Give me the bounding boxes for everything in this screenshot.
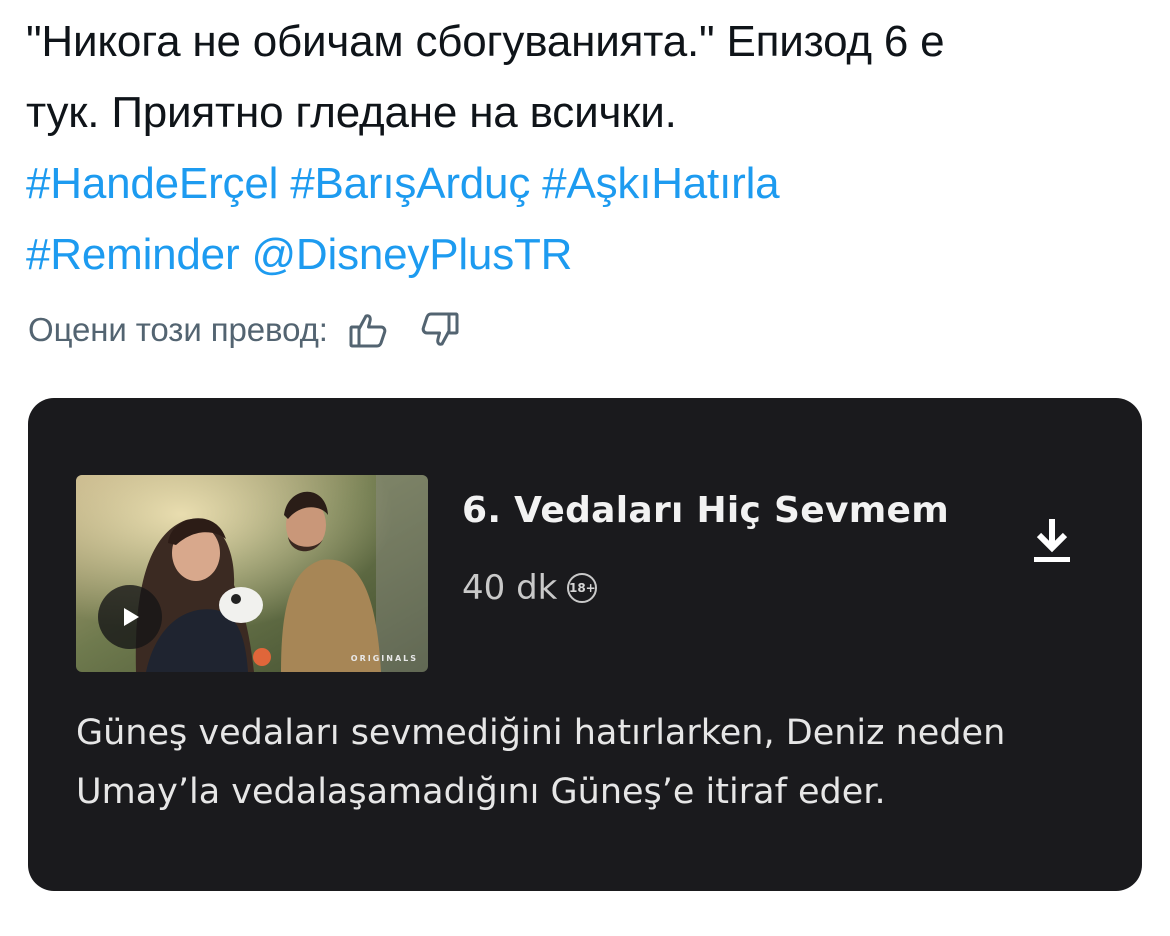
download-button[interactable] bbox=[1028, 515, 1076, 565]
episode-duration: 40 dk bbox=[462, 568, 558, 608]
episode-card[interactable]: ORIGINALS 6. Vedaları Hiç Sevmem 40 dk 1… bbox=[28, 398, 1142, 891]
hashtag-link[interactable]: #HandeErçel bbox=[26, 159, 278, 208]
hashtag-link[interactable]: #Reminder bbox=[26, 230, 240, 279]
tweet: "Никога не обичам сбогуванията." Епизод … bbox=[26, 6, 1146, 290]
tweet-text: "Никога не обичам сбогуванията." Епизод … bbox=[26, 6, 1146, 290]
tweet-text-line: #HandeErçel #BarışArduç #AşkıHatırla bbox=[26, 148, 1146, 219]
thumbs-down-button[interactable] bbox=[418, 308, 462, 352]
tweet-text-line: #Reminder @DisneyPlusTR bbox=[26, 219, 1146, 290]
mention-link[interactable]: @DisneyPlusTR bbox=[251, 230, 572, 279]
episode-thumbnail[interactable]: ORIGINALS bbox=[76, 475, 428, 672]
download-icon bbox=[1034, 519, 1070, 562]
play-icon bbox=[124, 608, 139, 626]
tweet-text-segment bbox=[239, 230, 251, 279]
hashtag-link[interactable]: #AşkıHatırla bbox=[542, 159, 779, 208]
episode-description-line: Umay’la vedalaşamadığını Güneş’e itiraf … bbox=[76, 772, 886, 812]
thumbs-down-icon bbox=[421, 312, 459, 346]
age-rating-badge: 18+ bbox=[567, 573, 598, 603]
rate-translation-row: Оцени този превод: bbox=[28, 306, 462, 354]
tweet-text-segment: тук. Приятно гледане на всички. bbox=[26, 88, 677, 137]
tweet-text-segment bbox=[278, 159, 290, 208]
tweet-text-line: "Никога не обичам сбогуванията." Епизод … bbox=[26, 6, 1146, 77]
thumbs-up-icon bbox=[349, 314, 387, 348]
episode-description-line: Güneş vedaları sevmediğini hatırlarken, … bbox=[76, 713, 1006, 753]
play-button[interactable] bbox=[98, 585, 162, 649]
episode-title: 6. Vedaları Hiç Sevmem bbox=[462, 490, 950, 531]
tweet-text-segment bbox=[530, 159, 542, 208]
episode-description: Güneş vedaları sevmediğini hatırlarken, … bbox=[76, 704, 1106, 822]
episode-meta: 40 dk 18+ bbox=[462, 568, 598, 608]
hashtag-link[interactable]: #BarışArduç bbox=[290, 159, 530, 208]
tweet-text-segment: "Никога не обичам сбогуванията." Епизод … bbox=[26, 17, 945, 66]
originals-badge: ORIGINALS bbox=[350, 654, 418, 663]
thumbs-up-button[interactable] bbox=[346, 308, 390, 352]
tweet-text-line: тук. Приятно гледане на всички. bbox=[26, 77, 1146, 148]
rate-translation-label: Оцени този превод: bbox=[28, 311, 328, 348]
